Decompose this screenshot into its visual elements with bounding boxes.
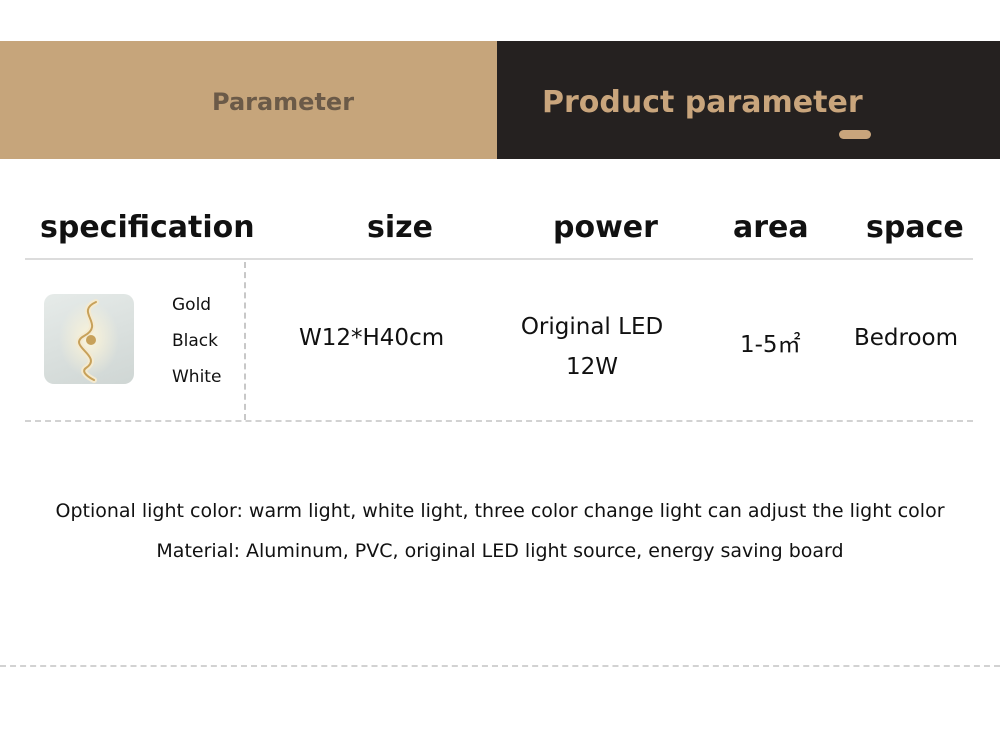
parameter-banner: Parameter Product parameter (0, 41, 1000, 159)
header-divider (25, 258, 973, 260)
header-specification: specification (40, 210, 255, 245)
color-option-gold: Gold (172, 295, 212, 315)
header-size: size (367, 210, 433, 245)
banner-parameter-label: Parameter (212, 88, 355, 116)
product-image (44, 294, 134, 384)
power-line1: Original LED (520, 314, 664, 340)
light-color-note: Optional light color: warm light, white … (55, 500, 945, 522)
color-option-black: Black (172, 331, 218, 351)
banner-accent-bar (839, 130, 871, 139)
row-divider (25, 420, 973, 422)
area-value: 1-5㎡ (740, 332, 801, 358)
banner-title: Product parameter (542, 85, 863, 120)
banner-left-panel: Parameter (0, 41, 497, 159)
size-value: W12*H40cm (299, 325, 445, 351)
power-line2: 12W (565, 354, 618, 380)
header-area: area (733, 210, 809, 245)
header-power: power (553, 210, 658, 245)
banner-right-panel: Product parameter (497, 41, 1000, 159)
color-option-white: White (172, 367, 222, 387)
header-space: space (866, 210, 964, 245)
material-note: Material: Aluminum, PVC, original LED li… (156, 540, 844, 562)
bottom-divider (0, 665, 1000, 667)
spiral-lamp-icon (59, 299, 119, 383)
column-divider (244, 262, 246, 420)
space-value: Bedroom (854, 325, 959, 351)
